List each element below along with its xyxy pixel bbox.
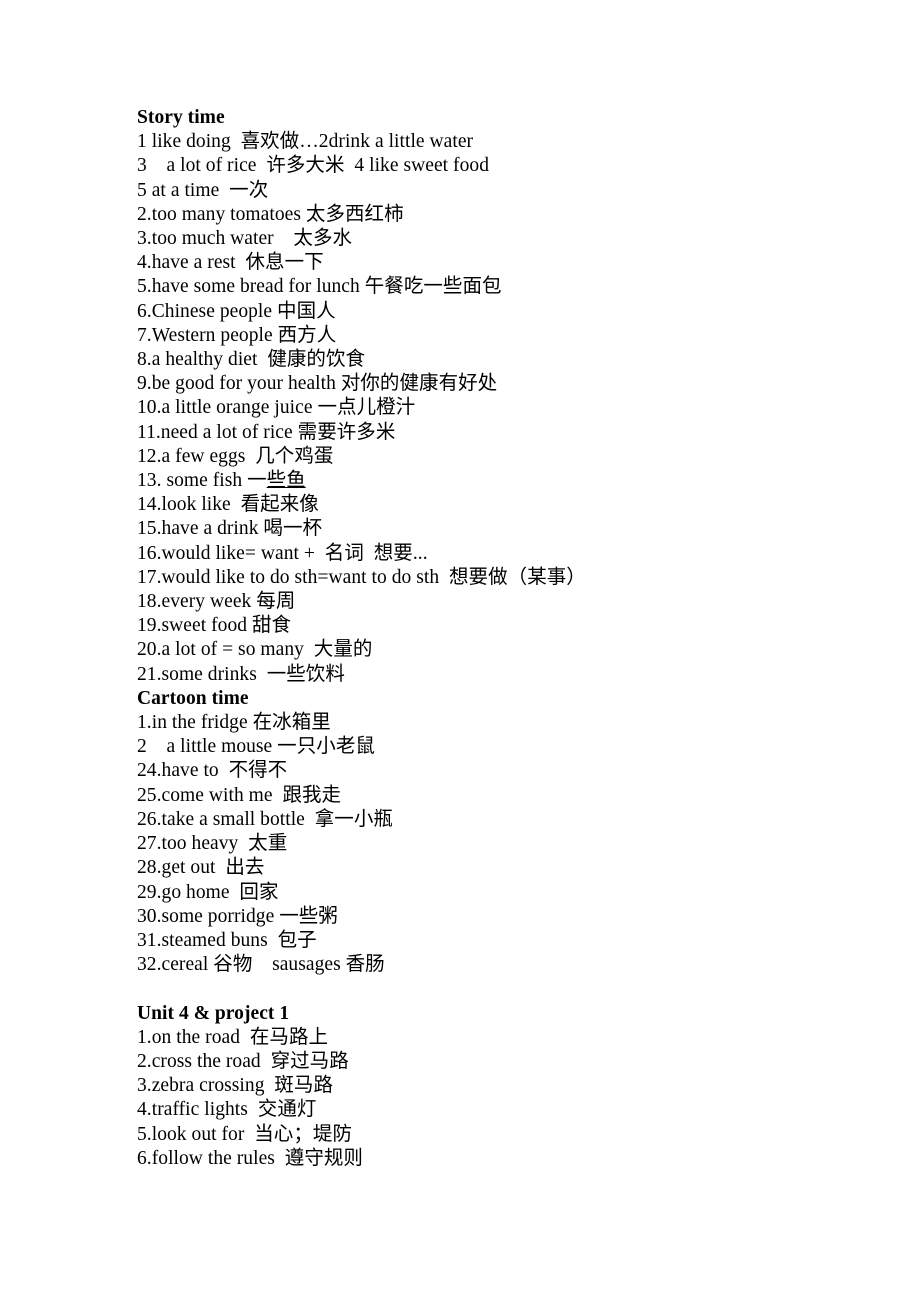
entry-line: 10.a little orange juice 一点儿橙汁 <box>137 397 416 419</box>
entry-text-prefix: 13. some fish 一 <box>137 470 267 492</box>
section-heading-cartoon-time: Cartoon time <box>137 687 249 709</box>
entry-line: 9.be good for your health 对你的健康有好处 <box>137 373 498 395</box>
entry-line: 7.Western people 西方人 <box>137 324 337 346</box>
entry-line: 15.have a drink 喝一杯 <box>137 518 323 540</box>
entry-text-underlined: 些鱼 <box>266 470 306 492</box>
entry-line: 25.come with me 跟我走 <box>137 784 342 806</box>
entry-line: 32.cereal 谷物 sausages 香肠 <box>137 954 385 976</box>
document-body: Story time 1 like doing 喜欢做…2drink a lit… <box>137 106 837 1171</box>
entry-line: 4.traffic lights 交通灯 <box>137 1099 317 1121</box>
entry-line: 19.sweet food 甜食 <box>137 615 292 637</box>
entry-line: 27.too heavy 太重 <box>137 833 288 855</box>
entry-line: 1.on the road 在马路上 <box>137 1026 329 1048</box>
entry-line: 8.a healthy diet 健康的饮食 <box>137 349 366 371</box>
entry-line: 1 like doing 喜欢做…2drink a little water <box>137 131 474 153</box>
entry-line: 20.a lot of = so many 大量的 <box>137 639 373 661</box>
section-heading-story-time: Story time <box>137 107 225 128</box>
entry-line: 26.take a small bottle 拿一小瓶 <box>137 808 393 830</box>
entry-line: 24.have to 不得不 <box>137 760 288 782</box>
entry-line: 5 at a time 一次 <box>137 179 269 201</box>
entry-line: 6.follow the rules 遵守规则 <box>137 1147 363 1169</box>
entry-line: 2.cross the road 穿过马路 <box>137 1050 349 1072</box>
entry-line: 2.too many tomatoes 太多西红柿 <box>137 203 404 225</box>
entry-line: 5.look out for 当心；堤防 <box>137 1123 352 1145</box>
entry-line: 3.too much water 太多水 <box>137 228 353 250</box>
entry-line: 4.have a rest 休息一下 <box>137 252 324 274</box>
section-heading-unit-4-project-1: Unit 4 & project 1 <box>137 1002 290 1024</box>
entry-line: 11.need a lot of rice 需要许多米 <box>137 421 396 443</box>
entry-line-underlined: 13. some fish 一些鱼 <box>137 469 837 493</box>
entry-line: 31.steamed buns 包子 <box>137 929 317 951</box>
entry-line: 6.Chinese people 中国人 <box>137 300 336 322</box>
entry-line: 3 a lot of rice 许多大米 4 like sweet food <box>137 155 489 177</box>
entry-line: 5.have some bread for lunch 午餐吃一些面包 <box>137 276 502 298</box>
entry-line: 3.zebra crossing 斑马路 <box>137 1075 334 1097</box>
entry-line: 12.a few eggs 几个鸡蛋 <box>137 445 334 467</box>
entry-line: 2 a little mouse 一只小老鼠 <box>137 736 375 758</box>
entry-line: 1.in the fridge 在冰箱里 <box>137 712 331 734</box>
entry-line: 28.get out 出去 <box>137 857 265 879</box>
entry-line: 14.look like 看起来像 <box>137 494 319 516</box>
entry-line: 18.every week 每周 <box>137 591 296 613</box>
entry-line: 17.would like to do sth=want to do sth 想… <box>137 566 586 588</box>
entry-line: 29.go home 回家 <box>137 881 279 903</box>
entry-line: 21.some drinks 一些饮料 <box>137 663 345 685</box>
entry-line: 30.some porridge 一些粥 <box>137 905 338 927</box>
entry-line: 16.would like= want + 名词 想要... <box>137 542 428 564</box>
